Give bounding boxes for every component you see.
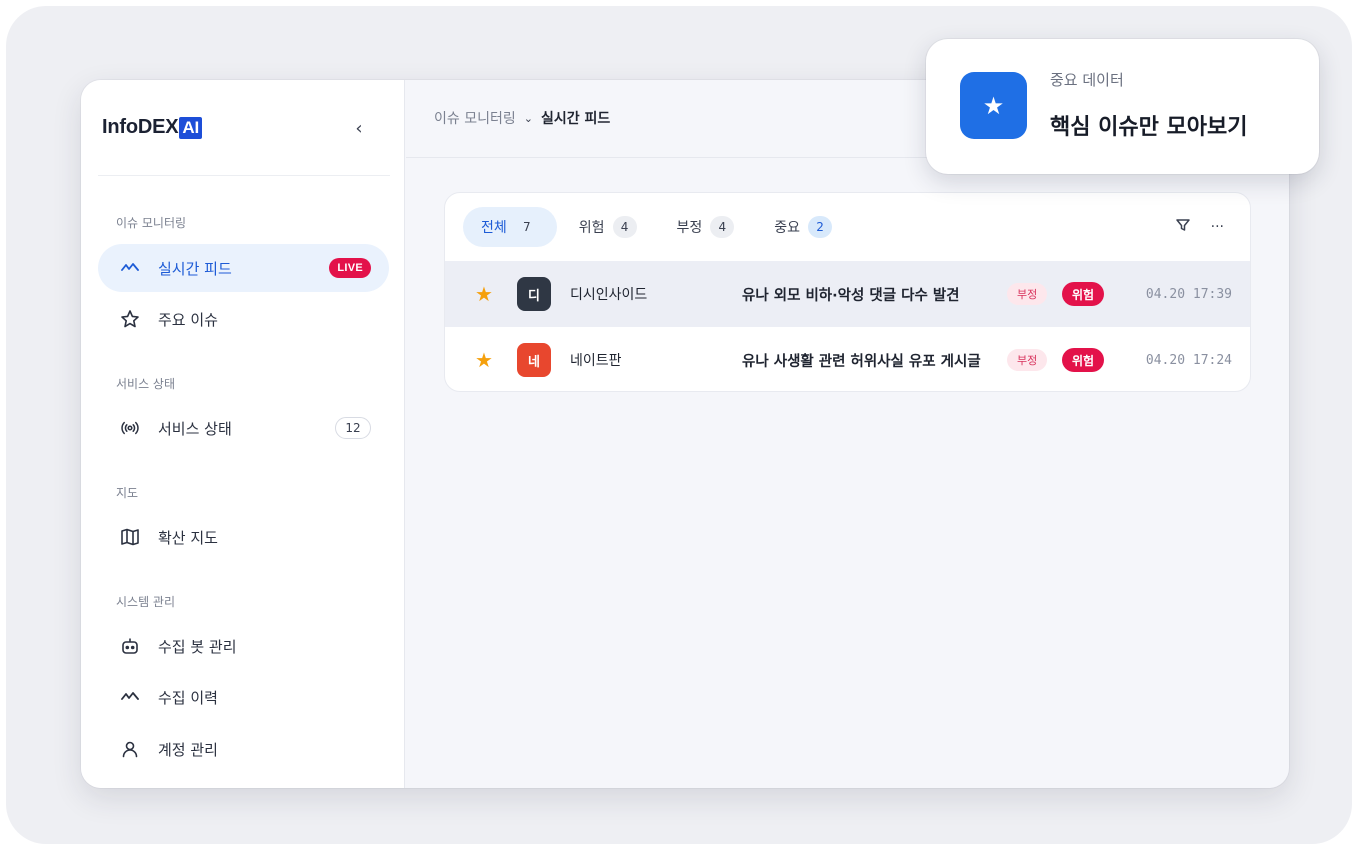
live-badge: LIVE	[329, 258, 371, 278]
section-title-issue-monitoring: 이슈 모니터링	[116, 216, 187, 230]
chevron-left-icon: ‹	[355, 117, 363, 139]
tab-important[interactable]: 중요 2	[756, 207, 850, 247]
logo-text: InfoDEX	[102, 116, 179, 138]
sidebar-item-major-issues[interactable]: 주요 이슈	[98, 295, 389, 343]
table-row[interactable]: ★ 디 디시인사이드 유나 외모 비하·악성 댓글 다수 발견 부정 위험 04…	[445, 261, 1250, 327]
section-title-service-status: 서비스 상태	[116, 377, 176, 391]
tab-label: 중요	[774, 220, 801, 236]
chevron-down-icon[interactable]: ⌄	[524, 112, 533, 125]
tab-label: 전체	[481, 220, 507, 236]
tab-count: 2	[808, 216, 833, 238]
tab-all[interactable]: 전체 7	[463, 207, 557, 247]
sidebar-item-label: 확산 지도	[158, 528, 218, 547]
bot-icon	[118, 636, 142, 656]
logo: InfoDEX AI	[102, 116, 202, 139]
sidebar-item-service-status[interactable]: 서비스 상태 12	[98, 404, 389, 452]
sidebar-item-label: 실시간 피드	[158, 259, 232, 278]
source-badge: 디	[517, 277, 551, 311]
star-filled-icon[interactable]: ★	[475, 350, 493, 370]
sidebar-item-label: 수집 봇 관리	[158, 637, 237, 656]
broadcast-icon	[118, 418, 142, 438]
section-title-map: 지도	[116, 486, 139, 500]
star-filled-icon[interactable]: ★	[475, 284, 493, 304]
app-window: InfoDEX AI ‹ 이슈 모니터링 실시간 피드 LIVE 주요 이슈 서…	[81, 80, 1289, 788]
service-count-badge: 12	[335, 417, 371, 439]
source-name: 디시인사이드	[570, 287, 648, 303]
filter-icon[interactable]	[1175, 217, 1191, 237]
sentiment-tag: 부정	[1007, 283, 1048, 305]
feed-card: 전체 7 위험 4 부정 4 중요 2 ··· ★ 디 디시인사이드 유나 외모…	[444, 192, 1251, 392]
highlight-title: 핵심 이슈만 모아보기	[1050, 115, 1248, 140]
activity-icon	[118, 258, 142, 278]
sidebar-item-realtime-feed[interactable]: 실시간 피드 LIVE	[98, 244, 389, 292]
activity-icon	[118, 687, 142, 707]
background-stage: InfoDEX AI ‹ 이슈 모니터링 실시간 피드 LIVE 주요 이슈 서…	[6, 6, 1352, 844]
collapse-sidebar-button[interactable]: ‹	[347, 116, 371, 140]
table-row[interactable]: ★ 네 네이트판 유나 사생활 관련 허위사실 유포 게시글 부정 위험 04.…	[445, 327, 1250, 391]
sidebar-item-collection-history[interactable]: 수집 이력	[98, 673, 389, 721]
source-badge: 네	[517, 343, 551, 377]
risk-tag: 위험	[1062, 348, 1105, 372]
sidebar-item-account-management[interactable]: 계정 관리	[98, 725, 389, 773]
sidebar: InfoDEX AI ‹ 이슈 모니터링 실시간 피드 LIVE 주요 이슈 서…	[81, 80, 405, 788]
timestamp: 04.20 17:39	[1145, 286, 1232, 302]
tab-negative[interactable]: 부정 4	[659, 207, 753, 247]
map-icon	[118, 527, 142, 547]
section-title-system-admin: 시스템 관리	[116, 595, 176, 609]
tab-label: 부정	[676, 220, 703, 236]
tab-risk[interactable]: 위험 4	[561, 207, 655, 247]
sidebar-item-spread-map[interactable]: 확산 지도	[98, 513, 389, 561]
feed-headline[interactable]: 유나 사생활 관련 허위사실 유포 게시글	[742, 350, 996, 371]
user-icon	[118, 739, 142, 759]
tab-count: 4	[710, 216, 735, 238]
star-icon: ★	[960, 72, 1027, 139]
more-icon[interactable]: ···	[1211, 219, 1224, 235]
timestamp: 04.20 17:24	[1145, 352, 1232, 368]
tab-count: 4	[612, 216, 637, 238]
sidebar-item-label: 계정 관리	[158, 740, 218, 759]
feed-headline[interactable]: 유나 외모 비하·악성 댓글 다수 발견	[742, 284, 996, 305]
breadcrumb: 이슈 모니터링 ⌄ 실시간 피드	[434, 108, 610, 128]
sidebar-item-label: 주요 이슈	[158, 310, 218, 329]
highlight-card[interactable]: ★ 중요 데이터 핵심 이슈만 모아보기	[926, 39, 1319, 174]
tab-count: 7	[522, 220, 531, 234]
sentiment-tag: 부정	[1007, 349, 1048, 371]
filter-tabs: 전체 7 위험 4 부정 4 중요 2	[463, 207, 854, 247]
sidebar-item-label: 서비스 상태	[158, 419, 232, 438]
breadcrumb-current: 실시간 피드	[540, 111, 611, 127]
source-name: 네이트판	[570, 353, 622, 369]
sidebar-item-label: 수집 이력	[158, 688, 218, 707]
tab-label: 위험	[578, 220, 605, 236]
sidebar-item-bot-management[interactable]: 수집 봇 관리	[98, 622, 389, 670]
sidebar-divider	[98, 175, 390, 176]
breadcrumb-parent[interactable]: 이슈 모니터링	[434, 108, 516, 128]
highlight-subtitle: 중요 데이터	[1050, 71, 1124, 89]
star-outline-icon	[118, 309, 142, 329]
feed-tools: ···	[1175, 217, 1224, 237]
risk-tag: 위험	[1062, 282, 1105, 306]
logo-ai-mark: AI	[179, 116, 202, 139]
